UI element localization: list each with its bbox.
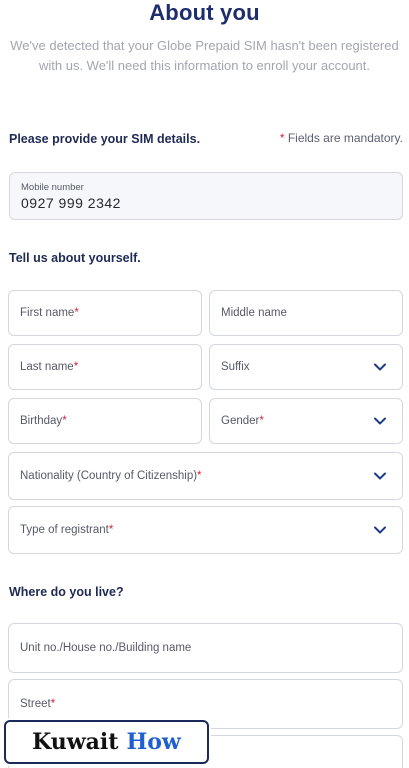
nationality-select[interactable]: Nationality (Country of Citizenship)* (8, 452, 403, 500)
chevron-down-icon (374, 417, 386, 425)
middle-name-input[interactable]: Middle name (209, 290, 403, 336)
mandatory-note: * Fields are mandatory. (280, 131, 403, 145)
middle-name-label: Middle name (221, 307, 287, 319)
gender-select[interactable]: Gender* (209, 398, 403, 444)
birthday-label: Birthday* (20, 415, 67, 427)
mandatory-note-text: Fields are mandatory. (287, 131, 403, 145)
mobile-number-value: 0927 999 2342 (21, 195, 121, 211)
gender-label: Gender* (221, 415, 264, 427)
birthday-input[interactable]: Birthday* (8, 398, 202, 444)
chevron-down-icon (374, 526, 386, 534)
intro-text: We've detected that your Globe Prepaid S… (10, 38, 399, 73)
first-name-input[interactable]: First name* (8, 290, 202, 336)
address-section-heading: Where do you live? (9, 585, 124, 599)
about-section-heading: Tell us about yourself. (9, 251, 141, 265)
watermark-logo: Kuwait How (4, 720, 209, 764)
watermark-word-1: Kuwait (32, 729, 119, 755)
last-name-label: Last name* (20, 361, 79, 373)
watermark-word-2: How (126, 729, 181, 755)
unit-house-building-input[interactable]: Unit no./House no./Building name (8, 623, 403, 673)
last-name-input[interactable]: Last name* (8, 344, 202, 390)
registrant-type-label: Type of registrant* (20, 524, 114, 536)
suffix-select[interactable]: Suffix (209, 344, 403, 390)
chevron-down-icon (374, 363, 386, 371)
mobile-number-label: Mobile number (21, 182, 84, 193)
page-title: About you (149, 0, 260, 25)
unit-house-building-label: Unit no./House no./Building name (20, 642, 192, 654)
required-star: * (279, 131, 285, 145)
chevron-down-icon (374, 472, 386, 480)
registrant-type-select[interactable]: Type of registrant* (8, 506, 403, 554)
suffix-label: Suffix (221, 361, 250, 373)
sim-section-heading: Please provide your SIM details. (9, 132, 201, 146)
mobile-number-field[interactable]: Mobile number 0927 999 2342 (9, 172, 403, 220)
street-label: Street* (20, 698, 56, 710)
registration-page: About you We've detected that your Globe… (0, 0, 409, 768)
first-name-label: First name* (20, 307, 79, 319)
nationality-label: Nationality (Country of Citizenship)* (20, 470, 202, 482)
